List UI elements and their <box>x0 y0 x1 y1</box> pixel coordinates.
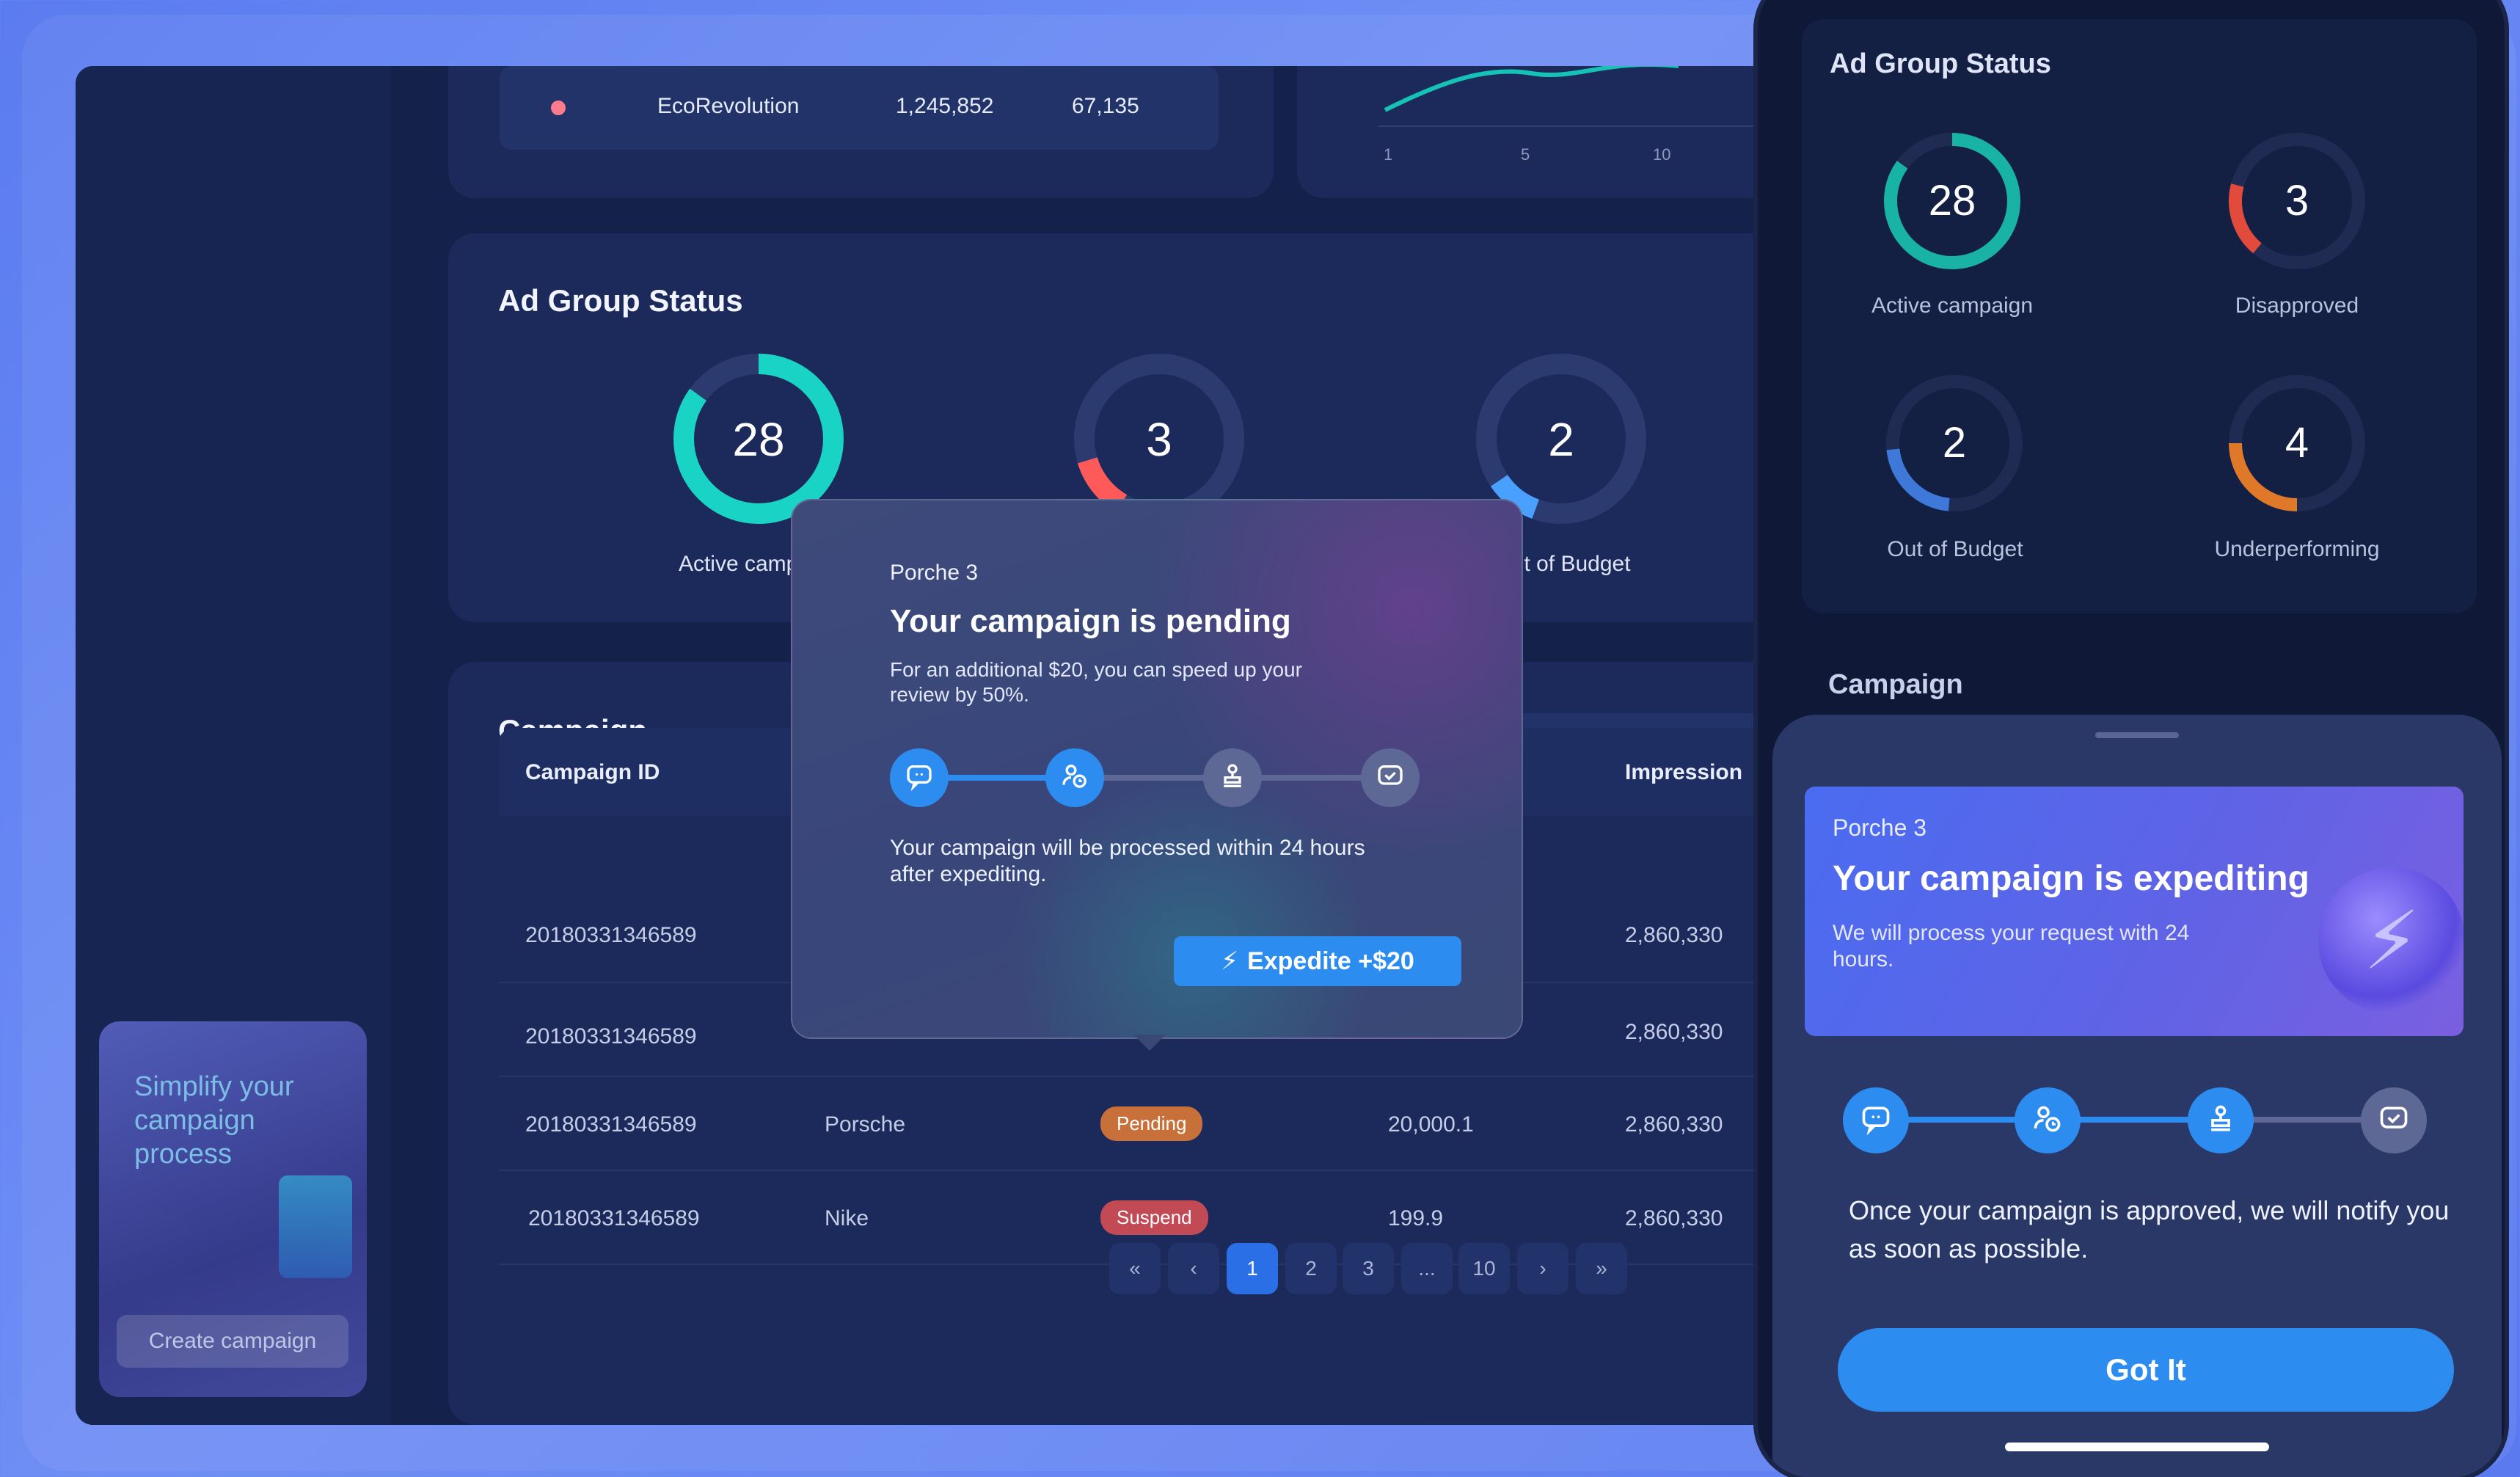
phone-donut-active: 28 <box>1882 131 2023 271</box>
phone-campaign-title: Campaign <box>1828 669 1963 700</box>
phone-donut-disapproved-value: 3 <box>2285 177 2309 225</box>
phone-donut-underperforming-label: Underperforming <box>2214 537 2380 561</box>
home-indicator <box>2005 1443 2269 1451</box>
promo-cube-icon <box>279 1175 352 1278</box>
phone-donut-underperforming-value: 4 <box>2285 419 2309 467</box>
col-impression[interactable]: Impression <box>1625 760 1742 785</box>
chart-tick-10: 10 <box>1653 145 1671 164</box>
page-last[interactable]: » <box>1576 1243 1627 1294</box>
chart-tick-5: 5 <box>1521 145 1530 164</box>
row-impression: 2,860,330 <box>1625 1112 1723 1137</box>
phone-donut-budget-value: 2 <box>1942 419 1967 467</box>
stamp-icon <box>1218 762 1247 795</box>
table-row[interactable]: 20180331346589 Porsche Pending 20,000.1 … <box>499 1077 1836 1171</box>
chat-icon <box>905 762 934 795</box>
promo-card: Simplify your campaign process Create ca… <box>99 1021 367 1397</box>
step-approve <box>1203 748 1262 807</box>
row-impression: 2,860,330 <box>1625 1020 1723 1044</box>
user-clock-icon <box>1060 762 1089 795</box>
page-next[interactable]: › <box>1517 1243 1568 1294</box>
page-first[interactable]: « <box>1109 1243 1161 1294</box>
create-campaign-button[interactable]: Create campaign <box>117 1315 348 1368</box>
ad-group-title: Ad Group Status <box>498 283 743 318</box>
top-table-row[interactable]: EcoRevolution 1,245,852 67,135 <box>500 66 1219 150</box>
expedite-label: Expedite +$20 <box>1247 947 1414 975</box>
phone-donut-active-label: Active campaign <box>1871 293 2034 318</box>
phone-step-approve <box>2188 1087 2254 1153</box>
row-name: Porsche <box>825 1112 906 1137</box>
phone-donut-budget-label: Out of Budget <box>1887 537 2023 561</box>
phone-donut-active-value: 28 <box>1928 177 1976 225</box>
row-impression: 2,860,330 <box>1625 1206 1723 1230</box>
modal-description: For an additional $20, you can speed up … <box>890 658 1302 706</box>
modal-pointer <box>1133 1035 1166 1051</box>
row-campaign-id: 20180331346589 <box>525 1024 697 1049</box>
sheet-handle <box>2095 732 2179 738</box>
expedite-button[interactable]: ⚡ Expedite +$20 <box>1174 936 1461 986</box>
page-ellipsis: ... <box>1401 1243 1453 1294</box>
banner-description: We will process your request with 24 hou… <box>1833 921 2190 971</box>
lightning-orb-icon: ⚡ <box>2318 867 2464 1014</box>
donut-budget-value: 2 <box>1548 413 1574 466</box>
phone-message: Once your campaign is approved, we will … <box>1849 1195 2450 1263</box>
row-budget: 20,000.1 <box>1388 1112 1474 1137</box>
phone-donut-disapproved: 3 <box>2227 131 2367 271</box>
step-done <box>1361 748 1420 807</box>
phone-step-review <box>2015 1087 2081 1153</box>
col-campaign-id[interactable]: Campaign ID <box>525 760 660 785</box>
step-submit <box>890 748 949 807</box>
page-2[interactable]: 2 <box>1285 1243 1337 1294</box>
status-badge-suspend: Suspend <box>1100 1200 1208 1235</box>
expediting-banner: Porche 3 Your campaign is expediting We … <box>1805 787 2464 1036</box>
top-table-card: EcoRevolution 1,245,852 67,135 <box>448 66 1274 198</box>
user-clock-icon <box>2031 1103 2064 1139</box>
lightning-icon: ⚡ <box>1221 947 1239 975</box>
table-row[interactable]: 20180331346589 Nike Suspend 199.9 2,860,… <box>499 1171 1836 1265</box>
phone-donut-budget: 2 <box>1884 373 2025 514</box>
page-1[interactable]: 1 <box>1227 1243 1278 1294</box>
promo-text: Simplify your campaign process <box>134 1071 294 1170</box>
chart-tick-1: 1 <box>1384 145 1393 164</box>
row-campaign-id: 20180331346589 <box>528 1206 700 1230</box>
step-review <box>1045 748 1104 807</box>
check-chat-icon <box>2378 1103 2410 1139</box>
check-chat-icon <box>1376 762 1405 795</box>
status-badge-pending: Pending <box>1100 1106 1203 1141</box>
banner-subtitle: Porche 3 <box>1833 814 1927 841</box>
status-dot <box>551 101 566 115</box>
chat-icon <box>1860 1103 1892 1139</box>
top-row-value1: 1,245,852 <box>896 94 994 118</box>
modal-title: Your campaign is pending <box>890 603 1291 639</box>
row-impression: 2,860,330 <box>1625 923 1723 947</box>
row-campaign-id: 20180331346589 <box>525 1112 697 1137</box>
page-prev[interactable]: ‹ <box>1168 1243 1219 1294</box>
phone-donut-underperforming: 4 <box>2227 373 2367 514</box>
donut-disapproved-value: 3 <box>1146 413 1172 466</box>
banner-title: Your campaign is expediting <box>1833 859 2309 898</box>
phone-ad-group-title: Ad Group Status <box>1830 48 2051 79</box>
phone-step-done <box>2361 1087 2427 1153</box>
page-3[interactable]: 3 <box>1343 1243 1394 1294</box>
modal-subtitle: Porche 3 <box>890 561 979 585</box>
row-campaign-id: 20180331346589 <box>525 923 697 947</box>
donut-active-value: 28 <box>732 413 785 466</box>
stamp-icon <box>2205 1103 2237 1139</box>
row-budget: 199.9 <box>1388 1206 1444 1230</box>
got-it-button[interactable]: Got It <box>1838 1328 2454 1412</box>
top-row-value2: 67,135 <box>1072 94 1139 118</box>
phone-donut-disapproved-label: Disapproved <box>2235 293 2359 318</box>
modal-note: Your campaign will be processed within 2… <box>890 836 1365 886</box>
phone-step-submit <box>1843 1087 1909 1153</box>
top-row-name: EcoRevolution <box>657 94 800 118</box>
page-10[interactable]: 10 <box>1458 1243 1510 1294</box>
row-name: Nike <box>825 1206 869 1230</box>
